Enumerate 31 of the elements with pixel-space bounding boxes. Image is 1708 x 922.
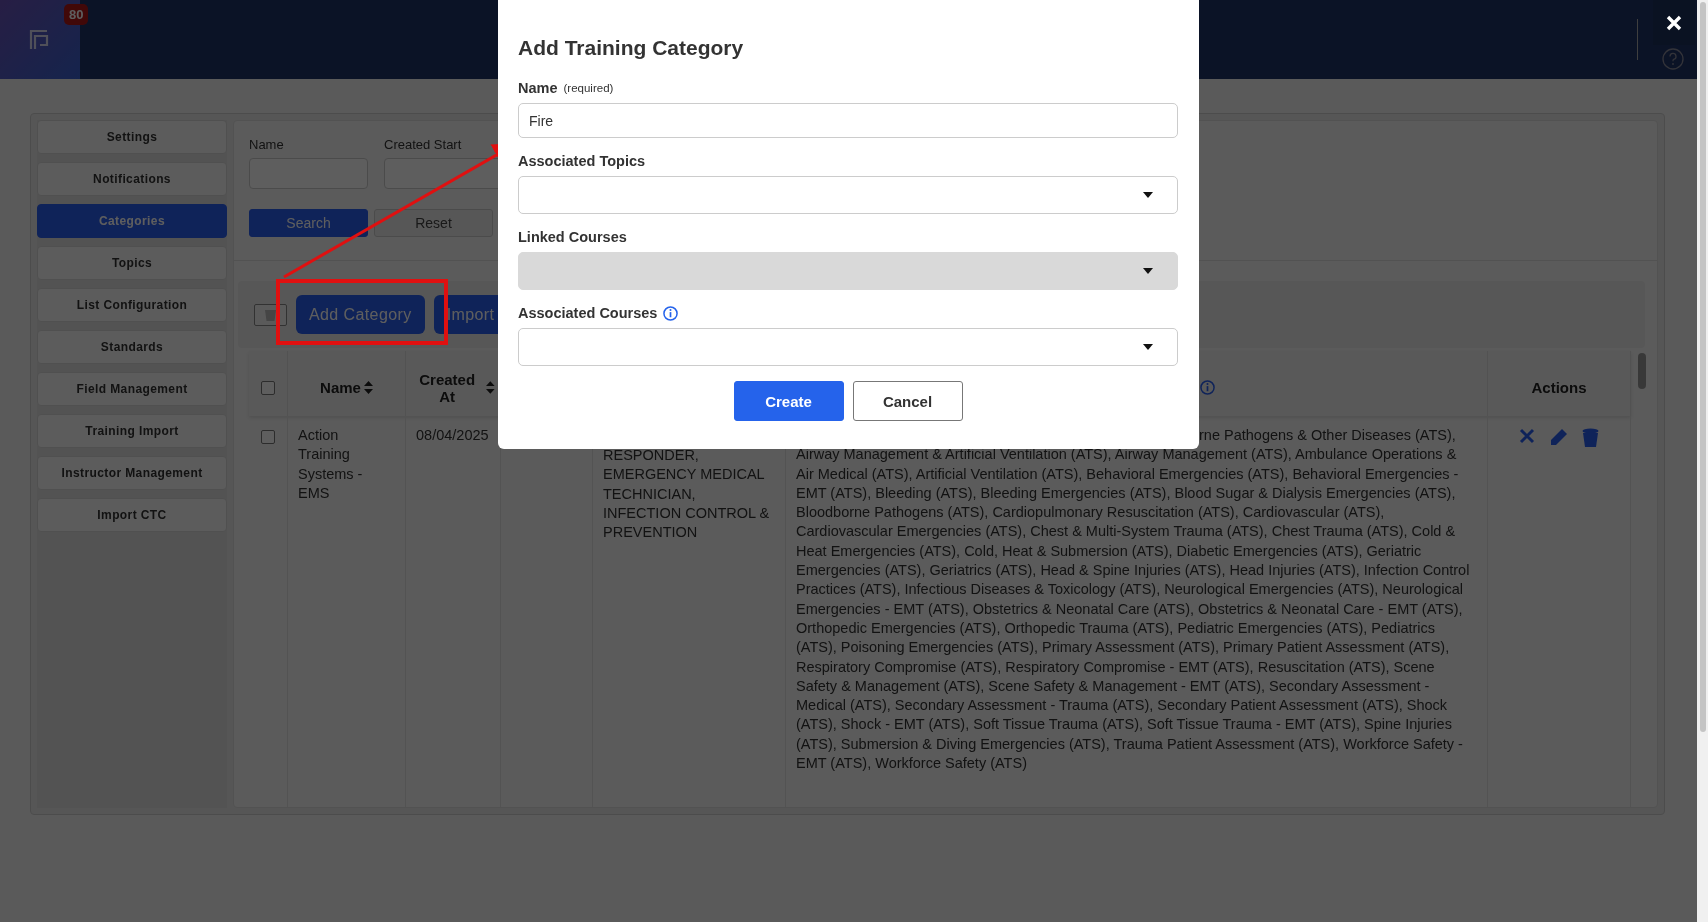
sidebar-item[interactable]: Standards [37,330,227,364]
field-label: Name (required) [518,80,615,96]
column-header: Actions [1531,379,1587,396]
search-button[interactable]: Search [249,209,368,237]
field-label: Created Start [384,137,463,152]
sidebar-item[interactable]: Instructor Management [37,456,227,490]
sidebar-item[interactable]: List Configuration [37,288,227,322]
create-button[interactable]: Create [733,381,844,421]
notification-badge: 80 [64,4,89,25]
name-field[interactable]: Fire [518,103,1178,138]
field-label: Associated Courses [518,305,1178,321]
table-cell-text: 08/04/2025 [416,426,490,445]
table-cell-text: Action Training Systems - EMS [298,426,364,503]
cancel-button[interactable]: Cancel [852,381,963,421]
sidebar-item[interactable]: Training Import [37,414,227,448]
sidebar-item[interactable]: Notifications [37,162,227,196]
toolbar-button[interactable]: Add Category [296,295,425,334]
sidebar-item[interactable]: Field Management [37,372,227,406]
table-cell-text: rne Pathogens & Other Diseases (ATS), Airway Management & Artificial Ventilation (ATS), Airway Management (ATS), Ambulance Operations & Air Medical (ATS), Artificial Ventilation (ATS), Behavioral Emergencies (ATS), Behavioral Emergencies - EMT (ATS), Bleeding (ATS), Bleeding Emergencies (ATS), Blood Sugar & Dialysis Emergencies (ATS), Bloodborne Pathogens (ATS), Cardiopulmonary Resuscitation (ATS), Cardiovascular (ATS), Cardiovascular Emergencies (ATS), Chest & Multi-System Trauma (ATS), Chest Trauma (ATS), Cold & Heat Emergencies (ATS), Cold, Heat & Submersion (ATS), Diabetic Emergencies (ATS), Geriatric Emergencies (ATS), Geriatrics (ATS), Head & Spine Injuries (ATS), Head Injuries (ATS), Infection Control Practices (ATS), Infectious Diseases & Toxicology (ATS), Neurological Emergencies (ATS), Neurological Emergencies - EMT (ATS), Obstetrics & Neonatal Care (ATS), Obstetrics & Neonatal Care - EMT (ATS), Orthopedic Emergencies (ATS), Orthopedic Trauma (ATS), Pediatric Emergencies (ATS), Pediatrics (ATS), Poisoning Emergencies (ATS), Primary Assessment (ATS), Primary Patient Assessment (ATS), Respiratory Compromise (ATS), Respiratory Compromise - EMT (ATS), Resuscitation (ATS), Scene Safety & Management (ATS), Scene Safety & Management - EMT (ATS), Secondary Assessment - Medical (ATS), Secondary Assessment - Trauma (ATS), Secondary Patient Assessment (ATS), Shock (ATS), Shock - EMT (ATS), Soft Tissue Trauma (ATS), Soft Tissue Trauma - EMT (ATS), Spine Injuries (ATS), Submersion & Diving Emergencies (ATS), Trauma Patient Assessment (ATS), Workforce Safety - EMT (ATS), Workforce Safety (ATS) [796,426,1471,774]
reset-button[interactable]: Reset [374,209,493,237]
field-label: Linked Courses [518,229,628,245]
field-label: Associated Topics [518,153,647,169]
sidebar-item[interactable]: Settings [37,120,227,154]
dialog-title: Add Training Category [518,36,745,60]
sidebar-item[interactable]: Topics [37,246,227,280]
table-cell-text: RESPONDER, EMERGENCY MEDICAL TECHNICIAN, INFECTION CONTROL & PREVENTION [603,446,771,543]
column-header[interactable]: Name [320,379,373,396]
sidebar-item[interactable]: Categories [37,204,227,238]
column-header[interactable]: Created At [411,370,495,405]
field-label: Name [249,137,285,152]
sidebar-item[interactable]: Import CTC [37,498,227,532]
